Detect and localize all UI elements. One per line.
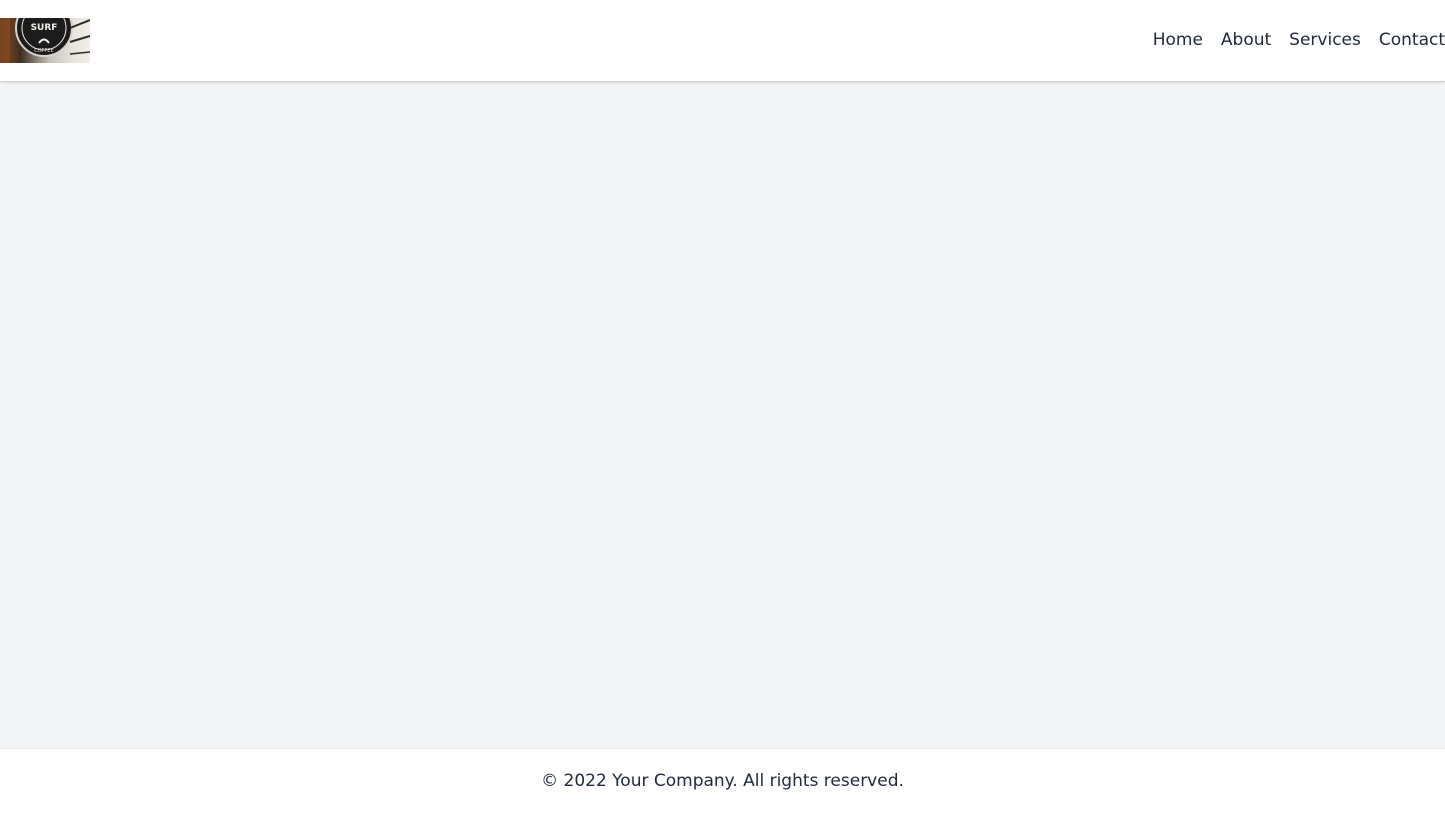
site-footer: © 2022 Your Company. All rights reserved…: [0, 748, 1445, 813]
nav-link-about[interactable]: About: [1221, 28, 1271, 52]
site-header: SURF COFFEE Home About Services Contact: [0, 0, 1445, 81]
main-nav: Home About Services Contact: [1153, 28, 1445, 52]
nav-link-home[interactable]: Home: [1153, 28, 1203, 52]
nav-link-contact[interactable]: Contact: [1379, 28, 1445, 52]
nav-link-services[interactable]: Services: [1289, 28, 1361, 52]
logo-lettering-coffee: COFFEE: [34, 48, 54, 54]
logo[interactable]: SURF COFFEE: [0, 18, 90, 63]
logo-lettering-surf: SURF: [31, 23, 58, 33]
surf-coffee-logo-icon: SURF COFFEE: [0, 18, 90, 63]
main-content: [0, 81, 1445, 748]
copyright-text: © 2022 Your Company. All rights reserved…: [541, 771, 904, 791]
